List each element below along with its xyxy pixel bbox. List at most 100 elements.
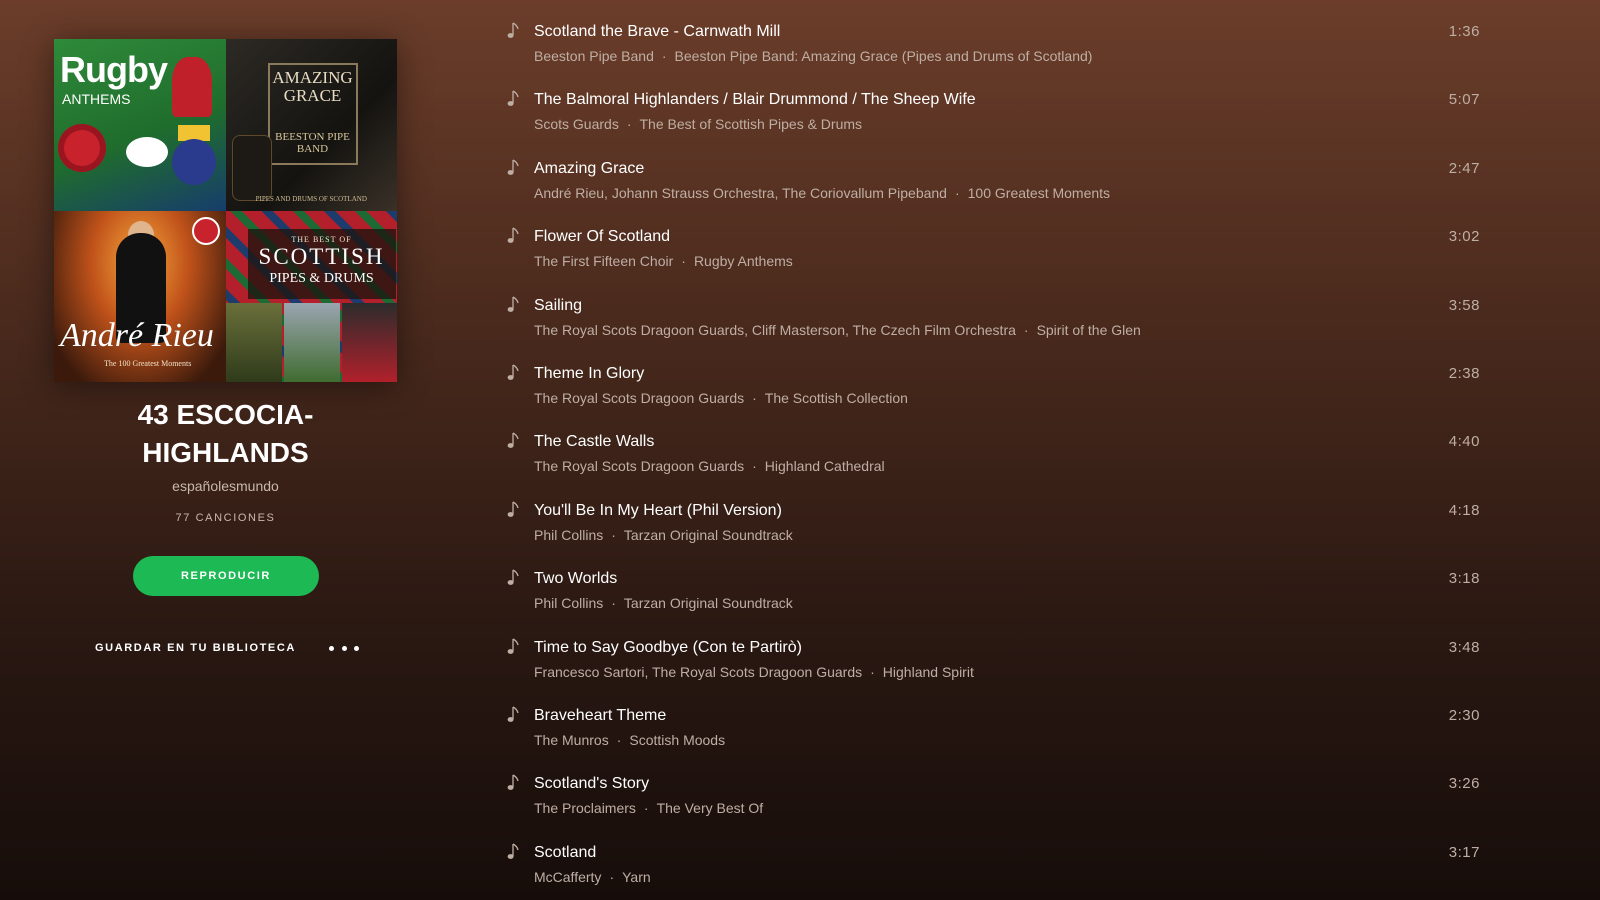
track-row[interactable]: Flower Of Scotland The First Fifteen Choi… [490, 214, 1480, 274]
play-button[interactable]: REPRODUCIR [133, 556, 319, 596]
track-duration: 5:07 [1448, 91, 1480, 108]
cover-scot-title: SCOTTISH [258, 243, 385, 269]
separator-dot: · [626, 116, 632, 132]
track-artist-link[interactable]: The Munros [534, 732, 609, 748]
track-album-link[interactable]: Highland Cathedral [765, 458, 885, 474]
track-album-link[interactable]: Beeston Pipe Band: Amazing Grace (Pipes … [675, 48, 1093, 64]
separator-dot: · [609, 869, 615, 885]
track-title[interactable]: Scotland the Brave - Carnwath Mill [534, 23, 780, 41]
playlist-owner-link[interactable]: españolesmundo [54, 478, 397, 494]
separator-dot: · [752, 390, 757, 406]
cover-rieu-subtitle: The 100 Greatest Moments [104, 358, 192, 368]
playlist-song-count: 77 CANCIONES [175, 512, 276, 524]
track-title[interactable]: Two Worlds [534, 570, 617, 588]
track-row[interactable]: Braveheart Theme The Munros · Scottish Mood… [490, 693, 1480, 753]
cover-badge [191, 216, 220, 245]
track-row[interactable]: Theme In Glory The Royal Scots Dragoon Gu… [490, 351, 1480, 411]
track-artist-link[interactable]: Beeston Pipe Band [534, 48, 654, 64]
track-meta: The Munros · Scottish Moods [534, 732, 725, 748]
track-artist-link[interactable]: McCafferty [534, 869, 601, 885]
track-title[interactable]: You'll Be In My Heart (Phil Version) [534, 502, 782, 520]
track-duration: 3:48 [1448, 639, 1480, 656]
ellipsis-dot [329, 645, 334, 651]
track-row[interactable]: You'll Be In My Heart (Phil Version) Phil… [490, 488, 1480, 548]
track-artist-link[interactable]: André Rieu, Johann Strauss Orchestra, Th… [534, 185, 947, 201]
save-to-library-button[interactable]: GUARDAR EN TU BIBLIOTECA [95, 642, 296, 654]
track-title[interactable]: Braveheart Theme [534, 707, 666, 725]
track-title[interactable]: Time to Say Goodbye (Con te Partirò) [534, 639, 802, 657]
track-album-link[interactable]: Rugby Anthems [694, 253, 793, 269]
track-album-link[interactable]: Scottish Moods [629, 732, 725, 748]
music-note-icon [507, 843, 519, 859]
music-note-icon [507, 159, 519, 175]
track-row[interactable]: Scotland the Brave - Carnwath Mill Beesto… [490, 9, 1480, 69]
bagpiper-photo [225, 302, 282, 382]
track-artist-link[interactable]: The First Fifteen Choir [534, 253, 673, 269]
cover-scot-subtitle: PIPES & DRUMS [269, 270, 374, 286]
track-artist-link[interactable]: The Royal Scots Dragoon Guards [534, 390, 744, 406]
track-row[interactable]: Scotland McCafferty · Yarn 3:17 [490, 830, 1480, 890]
track-artist-link[interactable]: The Royal Scots Dragoon Guards, Cliff Ma… [534, 322, 1016, 338]
feathers-image [172, 57, 212, 117]
separator-dot: · [752, 458, 757, 474]
track-duration: 3:18 [1448, 570, 1480, 587]
track-album-link[interactable]: Tarzan Original Soundtrack [624, 595, 793, 611]
track-album-link[interactable]: The Best of Scottish Pipes & Drums [640, 116, 863, 132]
playlist-sidebar: Rugby ANTHEMS AMAZING GRACE BEESTON PIPE… [0, 0, 450, 900]
cover-grace-footer: PIPES AND DRUMS OF SCOTLAND [255, 194, 367, 203]
music-note-icon [507, 364, 519, 380]
music-note-icon [507, 90, 519, 106]
track-album-link[interactable]: The Very Best Of [657, 800, 764, 816]
track-artist-link[interactable]: Phil Collins [534, 595, 603, 611]
track-artist-link[interactable]: Phil Collins [534, 527, 603, 543]
track-title[interactable]: The Castle Walls [534, 433, 654, 451]
more-options-icon[interactable] [329, 638, 359, 658]
shamrock-image [126, 137, 168, 167]
track-row[interactable]: The Castle Walls The Royal Scots Dragoon … [490, 419, 1480, 479]
track-artist-link[interactable]: Scots Guards [534, 116, 619, 132]
track-album-link[interactable]: 100 Greatest Moments [968, 185, 1110, 201]
track-title[interactable]: The Balmoral Highlanders / Blair Drummon… [534, 91, 976, 109]
separator-dot: · [661, 48, 667, 64]
thistle-image [172, 139, 216, 185]
music-note-icon [507, 569, 519, 585]
music-note-icon [507, 227, 519, 243]
track-meta: The Royal Scots Dragoon Guards · Highland … [534, 458, 885, 474]
separator-dot: · [870, 664, 875, 680]
playlist-cover-art[interactable]: Rugby ANTHEMS AMAZING GRACE BEESTON PIPE… [54, 39, 397, 382]
track-row[interactable]: Time to Say Goodbye (Con te Partirò) Fran… [490, 625, 1480, 685]
track-row[interactable]: Amazing Grace André Rieu, Johann Strauss … [490, 146, 1480, 206]
track-duration: 3:26 [1448, 775, 1480, 792]
track-album-link[interactable]: Highland Spirit [883, 664, 974, 680]
track-duration: 4:40 [1448, 433, 1480, 450]
track-album-link[interactable]: The Scottish Collection [765, 390, 908, 406]
track-title[interactable]: Flower Of Scotland [534, 228, 670, 246]
track-duration: 4:18 [1448, 502, 1480, 519]
track-title[interactable]: Scotland [534, 844, 596, 862]
track-meta: The Proclaimers · The Very Best Of [534, 800, 763, 816]
track-title[interactable]: Scotland's Story [534, 775, 649, 793]
track-artist-link[interactable]: The Proclaimers [534, 800, 636, 816]
track-meta: Scots Guards · The Best of Scottish Pipes … [534, 116, 862, 132]
track-artist-link[interactable]: The Royal Scots Dragoon Guards [534, 458, 744, 474]
track-title[interactable]: Sailing [534, 297, 582, 315]
separator-dot: · [1023, 322, 1029, 338]
cover-rugby-title: Rugby [60, 49, 168, 90]
track-album-link[interactable]: Yarn [622, 869, 651, 885]
track-row[interactable]: Scotland's Story The Proclaimers · The Very… [490, 761, 1480, 821]
track-row[interactable]: Sailing The Royal Scots Dragoon Guards, C… [490, 283, 1480, 343]
track-album-link[interactable]: Tarzan Original Soundtrack [624, 527, 793, 543]
track-duration: 2:47 [1448, 160, 1480, 177]
landscape-photo [283, 302, 340, 382]
track-title[interactable]: Amazing Grace [534, 160, 644, 178]
track-album-link[interactable]: Spirit of the Glen [1037, 322, 1141, 338]
cover-scot-small: THE BEST OF [291, 234, 352, 244]
track-row[interactable]: Two Worlds Phil Collins · Tarzan Original S… [490, 556, 1480, 616]
separator-dot: · [611, 595, 616, 611]
track-title[interactable]: Theme In Glory [534, 365, 644, 383]
track-artist-link[interactable]: Francesco Sartori, The Royal Scots Drago… [534, 664, 862, 680]
cover-tile-scottish-pipes: THE BEST OF SCOTTISH PIPES & DRUMS [225, 210, 397, 382]
track-row[interactable]: The Balmoral Highlanders / Blair Drummon… [490, 77, 1480, 137]
separator-dot: · [611, 527, 616, 543]
track-meta: Beeston Pipe Band · Beeston Pipe Band: Ama… [534, 48, 1092, 64]
